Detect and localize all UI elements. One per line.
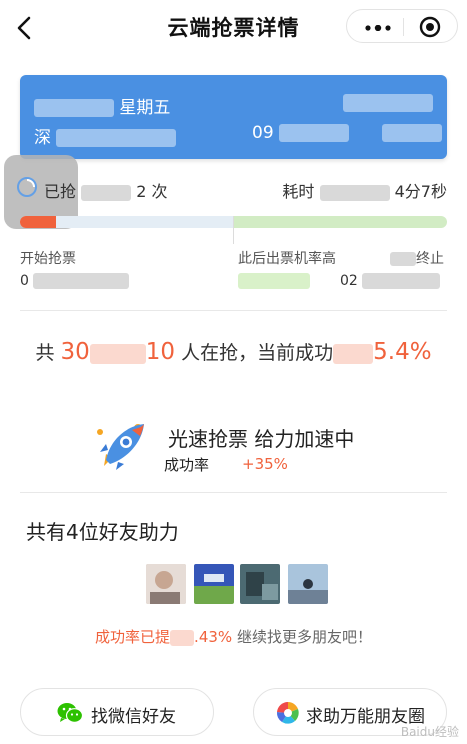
boost-prefix: 成功率已提 — [95, 628, 171, 646]
redacted-end-time — [362, 273, 441, 289]
avatar[interactable] — [288, 564, 328, 604]
nav-bar: 云端抢票详情 — [0, 0, 467, 56]
speed-up-rate-increase: +35% — [242, 455, 288, 473]
friend-avatar-2 — [194, 564, 234, 604]
capsule-divider — [403, 18, 404, 36]
ticket-from-station: 深 — [34, 128, 51, 148]
compete-prefix: 共 — [35, 342, 55, 364]
phase-end-label: 终止 — [390, 248, 444, 268]
grab-count: 已抢 2 次 — [44, 178, 167, 202]
redacted-grab-count — [81, 184, 132, 201]
phase-start-label: 开始抢票 — [20, 251, 76, 267]
mini-program-capsule — [346, 9, 458, 43]
phase-peak-time — [238, 273, 310, 289]
record-circle-icon[interactable] — [419, 16, 441, 38]
redacted-compete-rate — [333, 343, 374, 364]
elapsed-time: 耗时 4分7秒 — [282, 178, 447, 202]
redacted-elapsed — [319, 184, 390, 201]
friend-avatar-4 — [288, 564, 328, 604]
ticket-train-number — [343, 93, 433, 113]
redacted-start-time — [33, 273, 130, 289]
ticket-departure-time: 09 — [252, 123, 274, 143]
wechat-button-label: 找微信好友 — [91, 707, 176, 727]
wechat-icon — [57, 703, 83, 723]
progress-done — [20, 216, 56, 228]
redacted-peak-time — [238, 273, 310, 289]
progress-phase-peak — [234, 216, 447, 228]
boost-suffix: 继续找更多朋友吧！ — [236, 628, 372, 646]
more-dots-icon[interactable] — [365, 25, 391, 31]
progress-phase-marker — [233, 216, 234, 244]
phase-peak-label: 此后出票机率高 — [238, 251, 336, 267]
avatar[interactable] — [146, 564, 186, 604]
avatar[interactable] — [240, 564, 280, 604]
friend-avatar-list — [146, 564, 336, 604]
compete-rate-tail: 5.4% — [373, 339, 432, 365]
boost-summary: 成功率已提 .43% 继续找更多朋友吧！ — [0, 626, 467, 647]
redacted-train-number — [343, 94, 433, 112]
phase-start-time: 0 — [20, 273, 130, 289]
redacted-boost-value — [170, 629, 195, 646]
boost-value: .43% — [194, 628, 233, 646]
friend-avatar-3 — [240, 564, 280, 604]
ticket-route: 深 — [34, 123, 177, 148]
redacted-end-label — [390, 252, 416, 266]
redacted-seat — [382, 124, 443, 142]
competition-summary: 共 30 10 人在抢，当前成功 5.4% — [0, 338, 467, 365]
rocket-icon — [97, 424, 144, 470]
grab-progress-bar — [20, 216, 447, 244]
train-ticket-card[interactable]: 星期五 深 09 — [20, 75, 447, 159]
compete-count-head: 30 — [60, 339, 90, 365]
ticket-date: 星期五 — [34, 93, 170, 118]
compete-count-tail: 10 — [145, 339, 176, 365]
phase-end-label-text: 终止 — [416, 251, 444, 267]
ticket-time: 09 — [252, 123, 443, 143]
speed-up-rate-label: 成功率 — [164, 456, 210, 474]
avatar[interactable] — [194, 564, 234, 604]
divider — [20, 492, 447, 493]
elapsed-suffix: 4分7秒 — [394, 182, 447, 201]
phase-end-time-prefix: 02 — [340, 273, 358, 289]
grab-count-prefix: 已抢 — [44, 182, 77, 201]
phase-end-time: 02 — [340, 273, 441, 289]
ticket-weekday: 星期五 — [119, 98, 171, 118]
invite-wechat-friend-button[interactable]: 找微信好友 — [20, 688, 214, 736]
moments-aperture-icon — [276, 701, 299, 724]
redacted-route — [56, 129, 177, 147]
elapsed-prefix: 耗时 — [282, 182, 315, 201]
redacted-date — [34, 99, 114, 117]
friends-helping-title: 共有4位好友助力 — [26, 520, 179, 544]
friend-avatar-1 — [146, 564, 186, 604]
watermark: Baidu经验 — [400, 725, 459, 739]
speed-up-title: 光速抢票 给力加速中 — [168, 427, 355, 451]
compete-middle: 人在抢，当前成功 — [181, 342, 334, 364]
redacted-compete-count — [89, 343, 146, 364]
divider — [20, 310, 447, 311]
redacted-time — [279, 124, 350, 142]
ticket-detail-page: 云端抢票详情 星期五 深 09 已抢 2 次 耗时 4分7秒 开始抢票 0 此后… — [0, 0, 467, 744]
phase-start-time-prefix: 0 — [20, 273, 29, 289]
refresh-ring-icon — [17, 177, 37, 197]
grab-count-suffix: 2 次 — [136, 182, 168, 201]
